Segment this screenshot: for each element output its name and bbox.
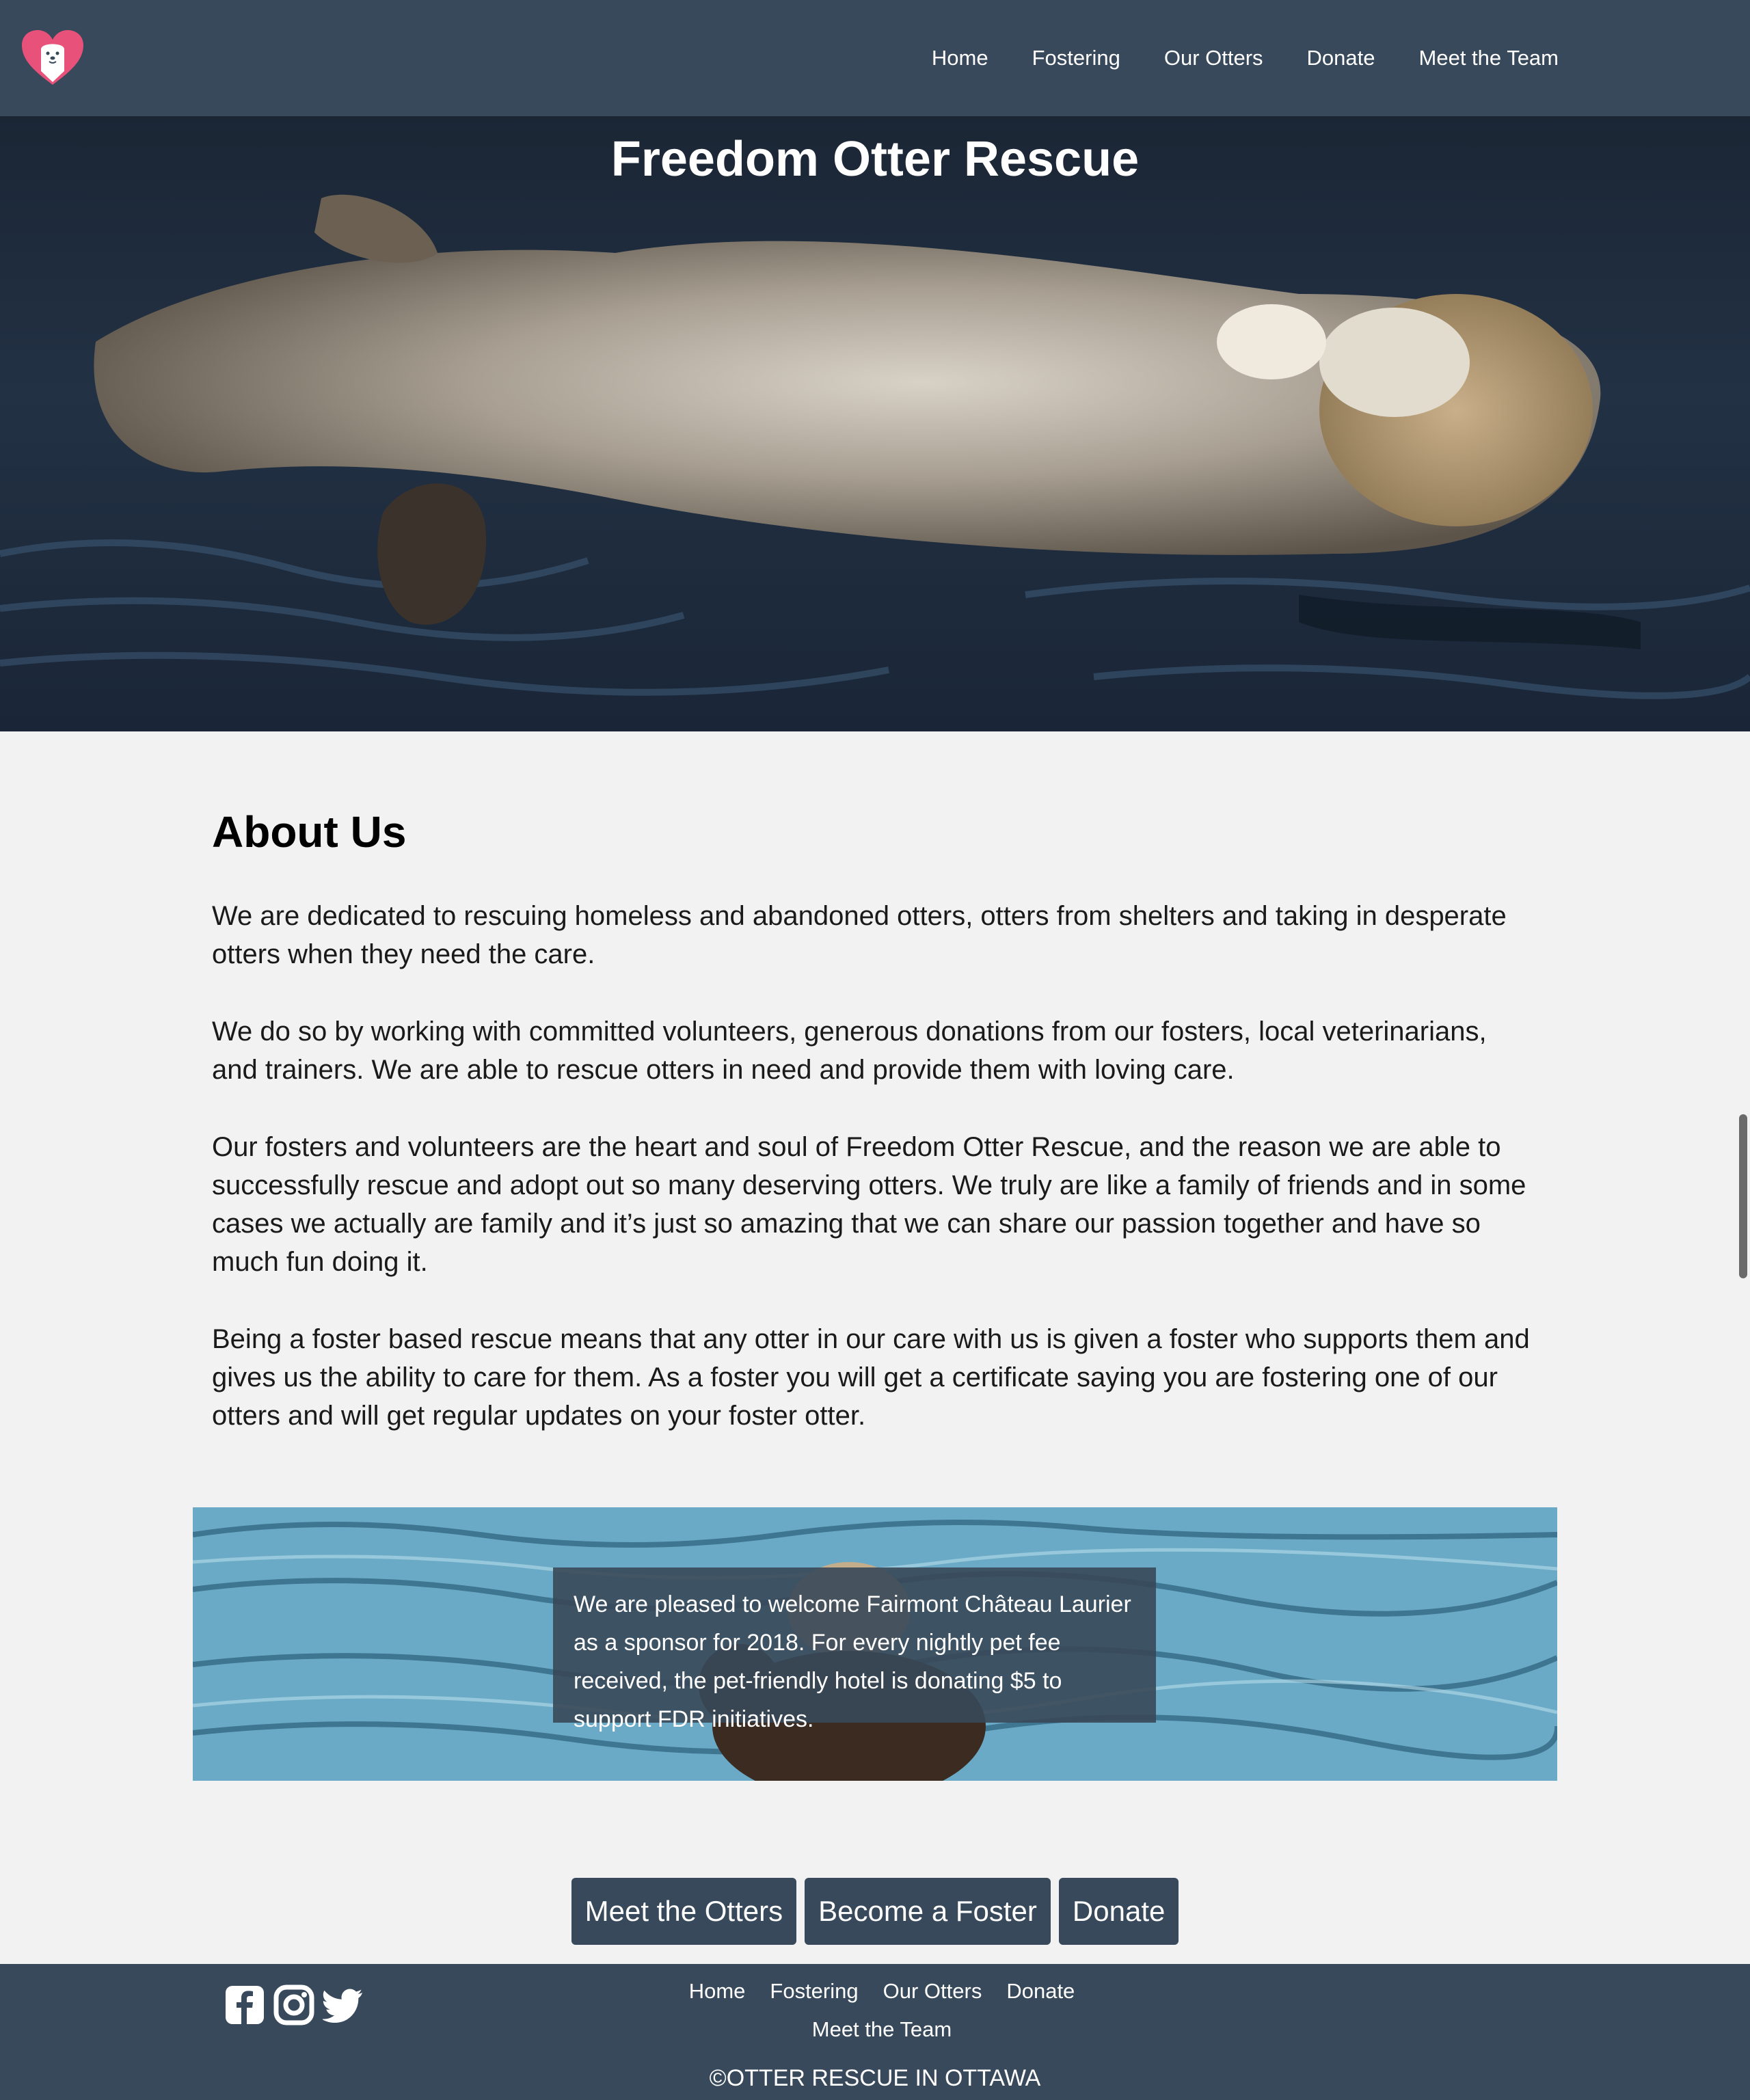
about-paragraph: Our fosters and volunteers are the heart… <box>212 1132 1526 1277</box>
footer: Home Fostering Our Otters Donate Meet th… <box>0 1964 1750 2100</box>
meet-the-otters-button[interactable]: Meet the Otters <box>571 1878 797 1945</box>
become-a-foster-button[interactable]: Become a Foster <box>805 1878 1051 1945</box>
hero-otter-image <box>0 194 1750 699</box>
about-paragraph: Being a foster based rescue means that a… <box>212 1324 1530 1431</box>
footer-nav-row-2: Meet the Team <box>0 2017 1750 2042</box>
donate-button[interactable]: Donate <box>1058 1878 1179 1945</box>
footer-link-our-otters[interactable]: Our Otters <box>883 1979 982 2004</box>
sponsor-announcement: We are pleased to welcome Fairmont Châte… <box>553 1567 1156 1732</box>
footer-link-fostering[interactable]: Fostering <box>770 1979 858 2004</box>
nav-our-otters[interactable]: Our Otters <box>1164 46 1263 70</box>
navbar: Home Fostering Our Otters Donate Meet th… <box>0 0 1750 116</box>
nav-home[interactable]: Home <box>932 46 988 70</box>
main-nav: Home Fostering Our Otters Donate Meet th… <box>932 0 1559 116</box>
copyright: ©OTTER RESCUE IN OTTAWA <box>709 2065 1041 2091</box>
sponsor-banner: We are pleased to welcome Fairmont Châte… <box>193 1507 1557 1781</box>
scrollbar-thumb[interactable] <box>1739 1114 1747 1278</box>
cta-buttons: Meet the Otters Become a Foster Donate <box>0 1878 1750 1945</box>
nav-meet-the-team[interactable]: Meet the Team <box>1419 46 1559 70</box>
footer-link-donate[interactable]: Donate <box>1006 1979 1075 2004</box>
about-section: About Us We are dedicated to rescuing ho… <box>212 807 1531 1474</box>
footer-link-meet-the-team[interactable]: Meet the Team <box>812 2017 952 2042</box>
about-heading: About Us <box>212 807 407 857</box>
nav-fostering[interactable]: Fostering <box>1032 46 1120 70</box>
hero-title: Freedom Otter Rescue <box>610 132 1140 187</box>
footer-nav: Home Fostering Our Otters Donate <box>0 1979 1750 2004</box>
footer-link-home[interactable]: Home <box>689 1979 746 2004</box>
about-paragraph: We do so by working with committed volun… <box>212 1017 1487 1085</box>
logo-heart-otter-icon[interactable] <box>21 29 85 86</box>
nav-donate[interactable]: Donate <box>1307 46 1375 70</box>
about-paragraph: We are dedicated to rescuing homeless an… <box>212 901 1507 969</box>
hero-section: Freedom Otter Rescue <box>0 116 1750 731</box>
